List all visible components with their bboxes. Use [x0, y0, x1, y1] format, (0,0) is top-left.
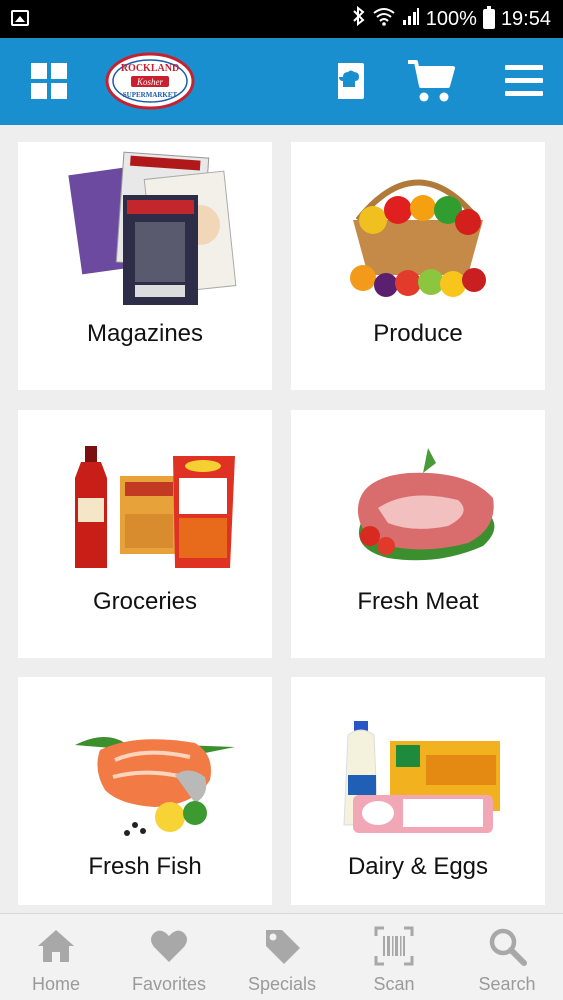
- produce-image: [350, 179, 486, 297]
- barcode-icon: [374, 926, 414, 966]
- hamburger-menu-icon[interactable]: [505, 65, 543, 97]
- dairy-eggs-image: [343, 721, 500, 833]
- battery-icon: [482, 6, 495, 29]
- status-bar: 100% 19:54: [0, 0, 563, 38]
- search-icon: [489, 928, 527, 966]
- category-tile-dairy-eggs[interactable]: Dairy & Eggs: [291, 677, 545, 905]
- categories-grid-icon[interactable]: [31, 63, 67, 99]
- status-indicators: 100% 19:54: [352, 5, 551, 32]
- wifi-icon: [372, 6, 396, 32]
- nav-specials[interactable]: Specials: [226, 914, 338, 1000]
- category-label: Fresh Meat: [357, 588, 479, 615]
- logo-bottom-text: SUPERMARKET: [123, 91, 178, 99]
- category-label: Groceries: [92, 588, 198, 615]
- groceries-image: [75, 446, 235, 568]
- nav-favorites[interactable]: Favorites: [113, 914, 225, 1000]
- fresh-meat-image: [357, 448, 495, 561]
- category-label: Fresh Fish: [88, 853, 202, 880]
- nav-scan[interactable]: Scan: [338, 914, 450, 1000]
- category-tile-fresh-fish[interactable]: Fresh Fish: [18, 677, 272, 905]
- bluetooth-icon: [352, 5, 366, 32]
- logo-top-text: ROCKLAND: [121, 63, 179, 74]
- app-header: ROCKLAND Kosher SUPERMARKET: [0, 38, 563, 125]
- nav-search-label: Search: [478, 974, 536, 994]
- category-tile-produce[interactable]: Produce: [291, 142, 545, 390]
- nav-home-label: Home: [31, 974, 80, 994]
- cart-icon[interactable]: [406, 58, 456, 104]
- category-tile-groceries[interactable]: Groceries: [18, 410, 272, 658]
- bottom-navigation: Home Favorites Specials Scan Search: [0, 913, 563, 1000]
- home-icon: [38, 930, 74, 962]
- clock: 19:54: [500, 7, 551, 30]
- category-label: Produce: [373, 320, 463, 347]
- battery-percent: 100%: [425, 7, 477, 30]
- nav-home[interactable]: Home: [0, 914, 112, 1000]
- tag-icon: [266, 930, 300, 964]
- nav-search[interactable]: Search: [451, 914, 563, 1000]
- signal-icon: [402, 6, 420, 32]
- image-notification-icon: [11, 10, 29, 26]
- rockland-logo[interactable]: ROCKLAND Kosher SUPERMARKET: [105, 52, 195, 110]
- nav-scan-label: Scan: [373, 974, 415, 994]
- category-tile-fresh-meat[interactable]: Fresh Meat: [291, 410, 545, 658]
- logo-middle-text: Kosher: [136, 77, 164, 87]
- magazines-image: [68, 151, 237, 305]
- category-tile-magazines[interactable]: Magazines: [18, 142, 272, 390]
- heart-icon: [151, 930, 187, 962]
- category-label: Dairy & Eggs: [347, 853, 489, 880]
- recipe-book-icon[interactable]: [332, 61, 366, 101]
- fresh-fish-image: [75, 736, 235, 836]
- nav-specials-label: Specials: [247, 974, 317, 994]
- category-label: Magazines: [86, 320, 204, 347]
- nav-favorites-label: Favorites: [131, 974, 207, 994]
